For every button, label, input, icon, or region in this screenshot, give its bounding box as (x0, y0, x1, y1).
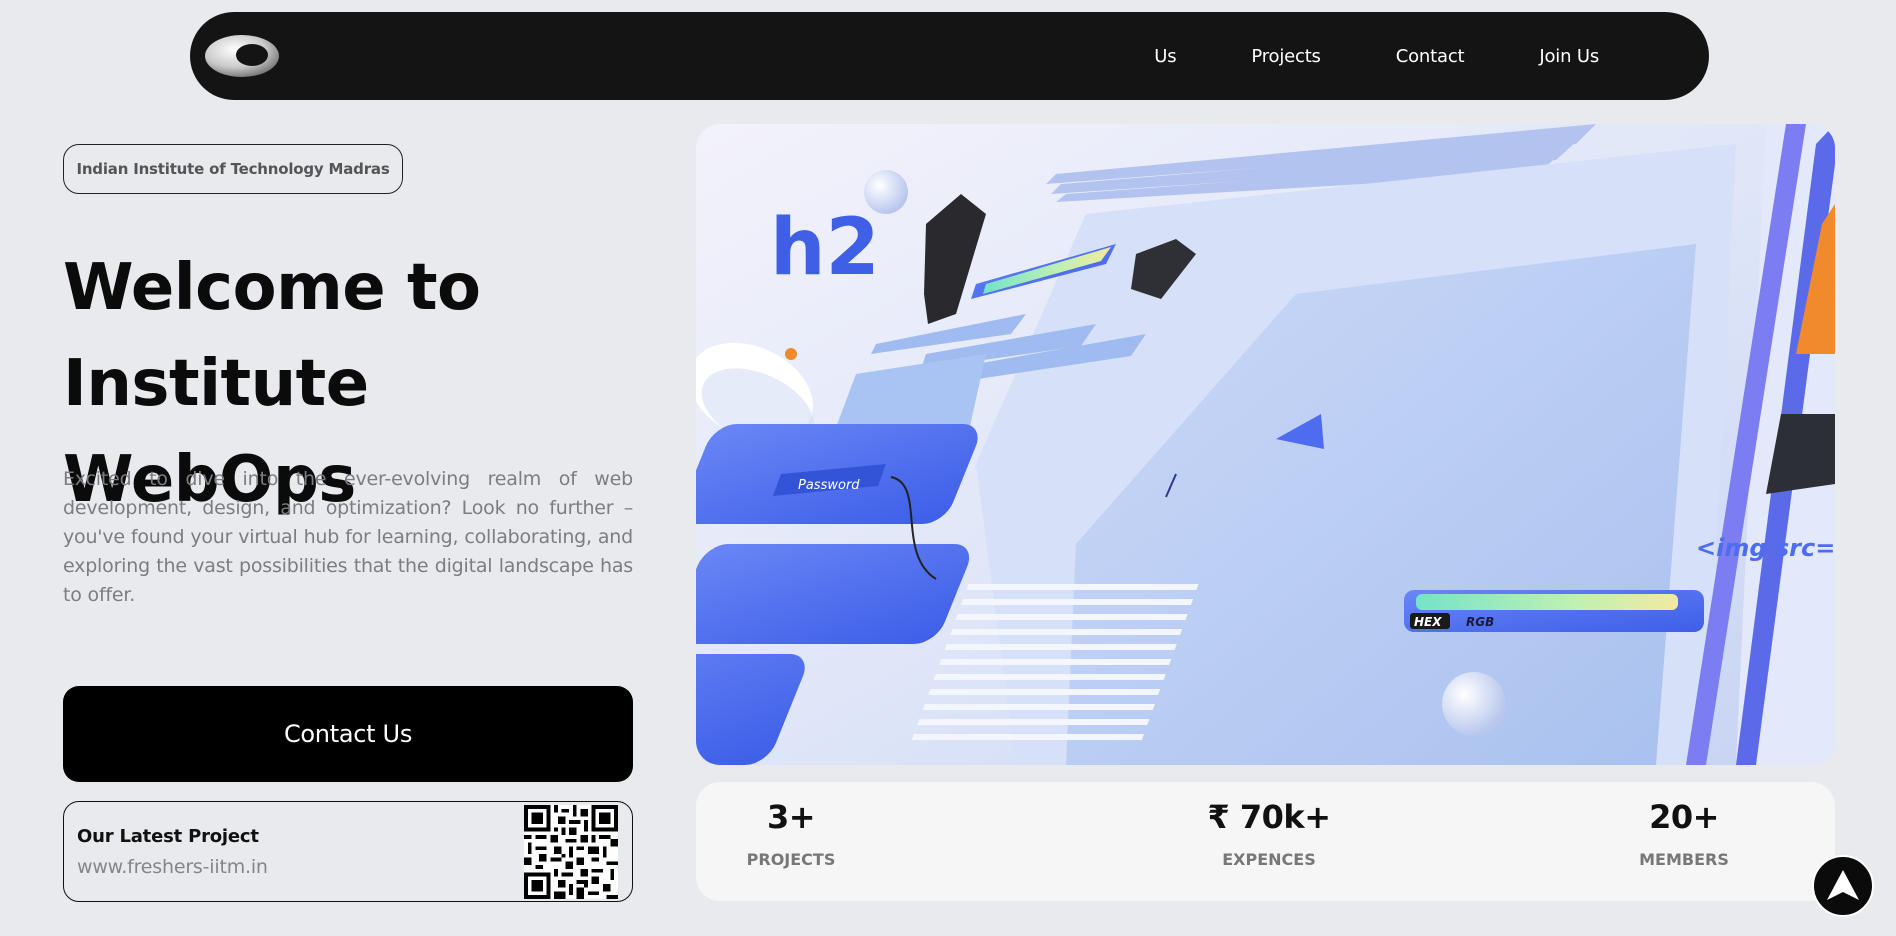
contact-us-button[interactable]: Contact Us (63, 686, 633, 782)
hero-description: Excited to dive into the ever-evolving r… (63, 468, 633, 606)
illustration-password-text: Password (798, 478, 860, 493)
eye-logo-icon[interactable] (204, 31, 284, 81)
stat-projects-value: 3+ (766, 798, 816, 836)
illustration-h2-text: h2 (770, 203, 880, 293)
nav-link-us[interactable]: Us (1154, 46, 1176, 67)
institute-badge: Indian Institute of Technology Madras (63, 144, 403, 194)
hero-title-line1: Welcome to (63, 251, 481, 325)
nav-link-projects[interactable]: Projects (1251, 46, 1321, 67)
stat-members-value: 20+ (1649, 798, 1719, 836)
qr-code-icon (524, 805, 618, 899)
stat-members-label: MEMBERS (1639, 850, 1729, 869)
latest-project-url[interactable]: www.freshers-iitm.in (77, 856, 268, 878)
hero-illustration: h2 Password HEX RGB <img src= (696, 124, 1835, 765)
stats-panel: 3+ PROJECTS ₹ 70k+ EXPENCES 20+ MEMBERS (696, 782, 1835, 901)
top-navbar: Us Projects Contact Join Us (190, 12, 1709, 100)
stat-expences-value: ₹ 70k+ (1207, 798, 1331, 836)
stat-expences: ₹ 70k+ EXPENCES (1196, 782, 1342, 901)
nav-link-join-us[interactable]: Join Us (1539, 46, 1599, 67)
illustration-rgb-text: RGB (1466, 615, 1494, 629)
nav-link-contact[interactable]: Contact (1396, 46, 1465, 67)
latest-project-title: Our Latest Project (77, 826, 259, 847)
stat-expences-label: EXPENCES (1222, 850, 1316, 869)
stat-projects-label: PROJECTS (746, 850, 836, 869)
arrow-up-icon[interactable] (1812, 855, 1874, 917)
illustration-hex-text: HEX (1414, 615, 1442, 629)
stat-members: 20+ MEMBERS (1571, 782, 1797, 901)
illustration-img-src-text: <img src= (1696, 534, 1835, 562)
stat-projects: 3+ PROJECTS (726, 782, 856, 901)
latest-project-card[interactable]: Our Latest Project www.freshers-iitm.in (63, 801, 633, 902)
